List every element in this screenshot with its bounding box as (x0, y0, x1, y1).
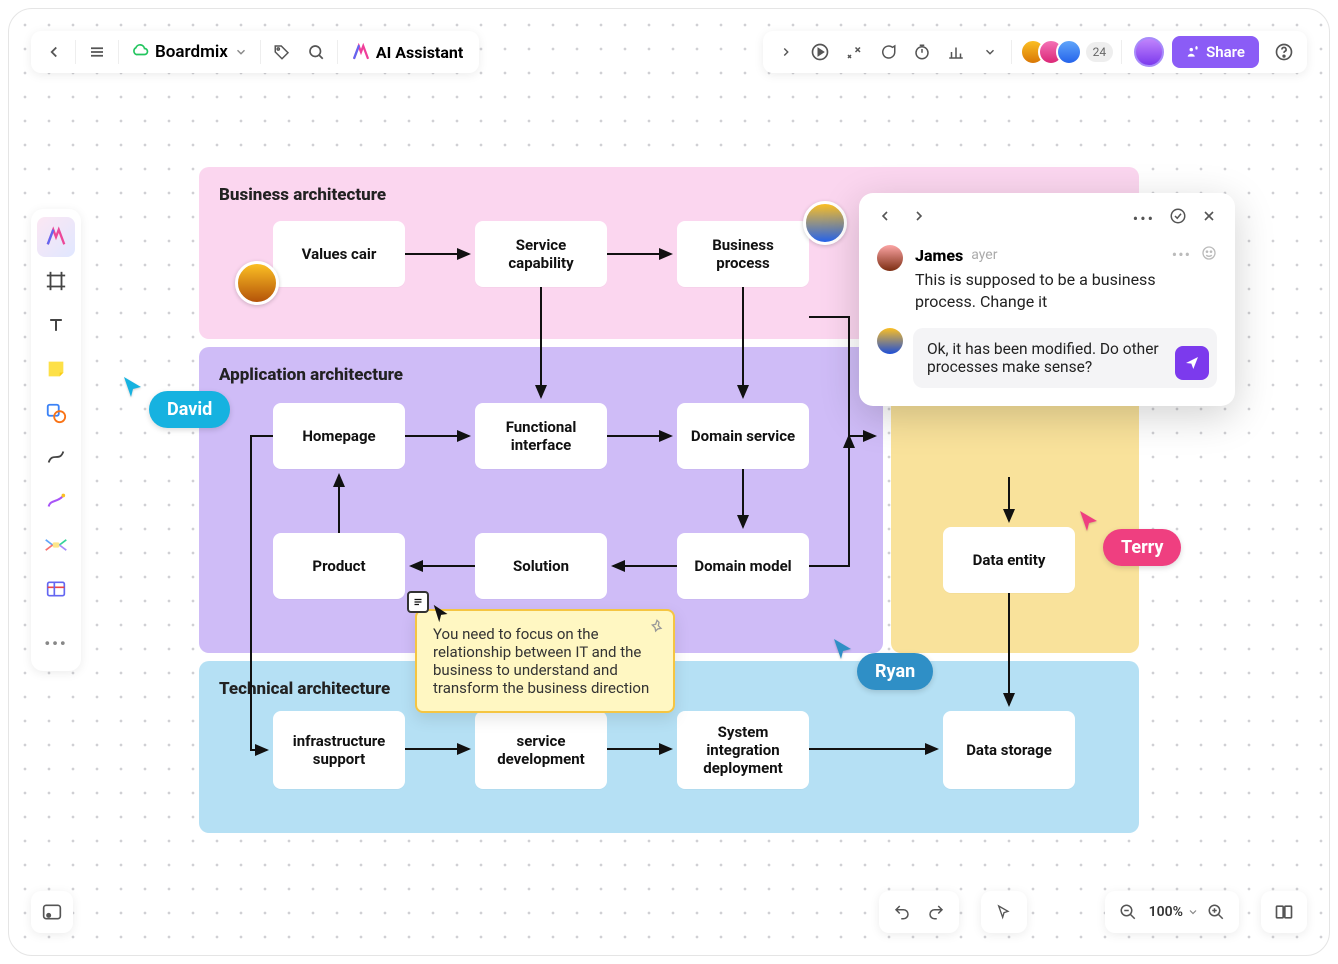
cursor-david: David (121, 375, 145, 403)
reply-input[interactable]: Ok, it has been modified. Do other proce… (913, 328, 1217, 388)
more-button[interactable] (973, 35, 1007, 69)
share-button[interactable]: Share (1172, 36, 1259, 68)
frame-tool[interactable] (37, 261, 75, 301)
node-system-integration[interactable]: System integration deployment (677, 711, 809, 789)
pointer-button[interactable] (987, 895, 1021, 929)
cursor-label: David (149, 391, 230, 428)
pin-icon[interactable] (649, 619, 665, 639)
section-application: Application architecture (199, 347, 883, 653)
avatar-count: 24 (1086, 42, 1114, 62)
cursor-label: Ryan (857, 653, 933, 690)
collaborator-avatars[interactable]: 24 (1016, 39, 1118, 65)
reply-avatar (877, 328, 903, 354)
topbar-right: 24 Share (763, 31, 1307, 73)
redo-button[interactable] (919, 895, 953, 929)
pointer-group (981, 891, 1027, 933)
zoom-group: 100% (1105, 891, 1239, 933)
node-data-entity[interactable]: Data entity (943, 527, 1075, 593)
comment-avatar (877, 245, 903, 271)
back-button[interactable] (37, 35, 71, 69)
chevron-down-icon (234, 45, 248, 59)
node-values-cair[interactable]: Values cair (273, 221, 405, 287)
comment-button[interactable] (871, 35, 905, 69)
comment-author: James (915, 246, 963, 265)
node-solution[interactable]: Solution (475, 533, 607, 599)
undo-redo-group (879, 891, 959, 933)
share-icon (1186, 45, 1200, 59)
resolve-button[interactable] (1169, 207, 1187, 229)
comment-time: ayer (971, 247, 997, 263)
search-button[interactable] (299, 35, 333, 69)
cursor-icon (431, 603, 453, 625)
chart-button[interactable] (939, 35, 973, 69)
avatar (1056, 39, 1082, 65)
cursor-terry: Terry (1077, 509, 1101, 537)
sticky-note[interactable]: You need to focus on the relationship be… (415, 609, 675, 713)
send-icon (1184, 355, 1200, 371)
map-group (1261, 891, 1307, 933)
node-homepage[interactable]: Homepage (273, 403, 405, 469)
menu-button[interactable] (80, 35, 114, 69)
ai-logo-icon (352, 43, 370, 61)
note-icon (407, 591, 429, 613)
board-name[interactable]: Boardmix (123, 41, 256, 64)
sticky-text: You need to focus on the relationship be… (433, 625, 657, 697)
sparkle-button[interactable] (837, 35, 871, 69)
select-tool[interactable] (37, 217, 75, 257)
minimap-button[interactable] (31, 891, 73, 933)
ai-assistant-label: AI Assistant (376, 43, 463, 62)
section-title: Application architecture (219, 365, 863, 385)
topbar-left: Boardmix AI Assistant (31, 31, 479, 73)
help-button[interactable] (1267, 35, 1301, 69)
next-comment-button[interactable] (911, 208, 927, 228)
emoji-button[interactable] (1201, 245, 1217, 265)
connector-tool[interactable] (37, 437, 75, 477)
node-infrastructure[interactable]: infrastructure support (273, 711, 405, 789)
share-label: Share (1206, 43, 1245, 61)
node-functional-interface[interactable]: Functional interface (475, 403, 607, 469)
pages-button[interactable] (1267, 895, 1301, 929)
comment-more-button[interactable]: ••• (1172, 245, 1191, 265)
left-toolbar: ••• (31, 209, 81, 671)
node-business-process[interactable]: Business process (677, 221, 809, 287)
tag-button[interactable] (265, 35, 299, 69)
text-tool[interactable] (37, 305, 75, 345)
cloud-sync-icon (131, 41, 149, 64)
zoom-out-button[interactable] (1111, 895, 1145, 929)
node-product[interactable]: Product (273, 533, 405, 599)
ai-assistant-button[interactable]: AI Assistant (342, 43, 473, 62)
more-options-button[interactable]: ••• (1133, 209, 1155, 228)
node-data-storage[interactable]: Data storage (943, 711, 1075, 789)
node-domain-model[interactable]: Domain model (677, 533, 809, 599)
table-tool[interactable] (37, 569, 75, 609)
timer-button[interactable] (905, 35, 939, 69)
zoom-value[interactable]: 100% (1145, 904, 1187, 920)
cursor-ryan: Ryan (831, 637, 855, 665)
canvas-avatar (803, 201, 847, 245)
send-button[interactable] (1175, 346, 1209, 380)
my-avatar[interactable] (1134, 37, 1164, 67)
node-domain-service[interactable]: Domain service (677, 403, 809, 469)
canvas-avatar (235, 261, 279, 305)
comment-text: This is supposed to be a business proces… (915, 269, 1217, 314)
prev-comment-button[interactable] (877, 208, 893, 228)
comment-panel: ••• James ayer ••• This is supposed to b… (859, 193, 1235, 406)
more-tools-button[interactable]: ••• (37, 623, 75, 663)
undo-button[interactable] (885, 895, 919, 929)
close-button[interactable] (1201, 208, 1217, 228)
pen-tool[interactable] (37, 481, 75, 521)
shape-tool[interactable] (37, 393, 75, 433)
sticky-note-tool[interactable] (37, 349, 75, 389)
chevron-down-icon[interactable] (1187, 906, 1199, 918)
reply-text: Ok, it has been modified. Do other proce… (927, 340, 1159, 376)
node-service-capability[interactable]: Service capability (475, 221, 607, 287)
play-button[interactable] (803, 35, 837, 69)
chevron-right-button[interactable] (769, 35, 803, 69)
node-service-development[interactable]: service development (475, 711, 607, 789)
zoom-in-button[interactable] (1199, 895, 1233, 929)
board-title: Boardmix (155, 42, 228, 62)
cursor-label: Terry (1103, 529, 1181, 566)
mindmap-tool[interactable] (37, 525, 75, 565)
